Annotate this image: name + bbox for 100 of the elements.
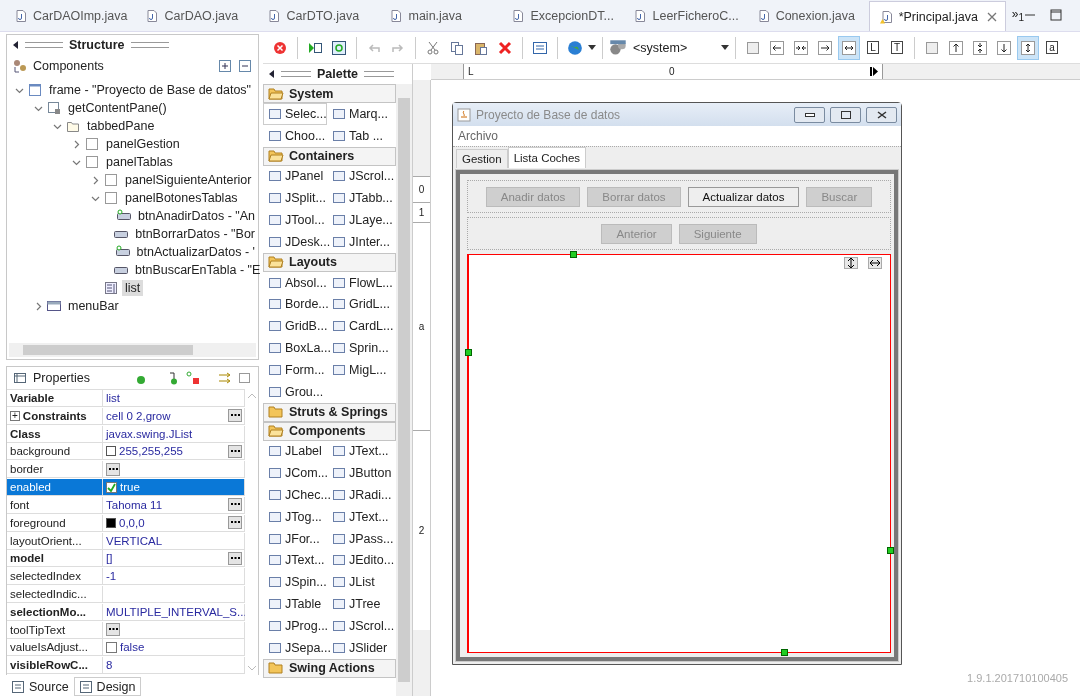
property-name[interactable]: background	[7, 443, 103, 461]
ellipsis-button[interactable]	[228, 516, 242, 530]
vertical-fill-toggle[interactable]	[844, 257, 858, 269]
editor-tab[interactable]: ExcepcionDT...	[501, 1, 624, 31]
property-value[interactable]: -1	[103, 568, 245, 586]
tree-item[interactable]: btnBuscarEnTabla - "E	[132, 262, 264, 278]
frame-button[interactable]: Actualizar datos	[687, 186, 800, 207]
property-value[interactable]: VERTICAL	[103, 532, 245, 550]
property-name[interactable]: + Constraints	[7, 407, 103, 425]
palette-item[interactable]: Choo...	[263, 124, 327, 147]
property-name[interactable]: border	[7, 461, 103, 479]
property-value[interactable]: 255,255,255	[103, 443, 245, 461]
ellipsis-button[interactable]	[106, 623, 120, 637]
editor-tab[interactable]: CarDAO.java	[135, 1, 258, 31]
editor-mode-tab[interactable]: Design	[73, 677, 141, 696]
palette-item[interactable]: GridB...	[263, 315, 327, 338]
checkbox[interactable]	[106, 641, 117, 653]
selection-handle[interactable]	[570, 251, 577, 258]
close-button[interactable]	[866, 106, 897, 123]
look-and-feel-dropdown[interactable]: <system>	[609, 38, 729, 57]
property-value[interactable]: cell 0 2,grow	[103, 407, 245, 425]
property-name[interactable]: font	[7, 496, 103, 514]
alignment-button[interactable]	[838, 35, 860, 60]
ellipsis-button[interactable]	[228, 444, 242, 458]
property-name[interactable]: toolTipText	[7, 621, 103, 639]
property-value[interactable]: Tahoma 11	[103, 496, 245, 514]
palette-item[interactable]: JSplit...	[263, 187, 327, 210]
palette-group[interactable]: System	[263, 84, 396, 103]
maximize-button[interactable]	[830, 106, 861, 123]
palette-group[interactable]: Layouts	[263, 252, 396, 272]
chevron-right-icon[interactable]	[72, 139, 81, 149]
property-name[interactable]: valueIsAdjust...	[7, 639, 103, 657]
palette-group[interactable]: Struts & Springs	[263, 402, 396, 422]
tree-item[interactable]: list	[122, 280, 144, 296]
palette-item[interactable]: JInter...	[327, 231, 391, 253]
chevron-right-icon[interactable]	[34, 301, 43, 311]
more-tabs[interactable]: »$_{1}$	[1011, 6, 1025, 23]
frame-tab[interactable]: Lista Coches	[507, 147, 587, 168]
editor-tab[interactable]: LeerFicheroC...	[623, 1, 747, 31]
editor-tab[interactable]: CarDTO.java	[257, 1, 380, 31]
palette-item[interactable]: Absol...	[263, 271, 327, 294]
property-name[interactable]: model	[7, 550, 103, 568]
palette-item[interactable]: JText...	[263, 549, 327, 572]
property-name[interactable]: foreground	[7, 514, 103, 532]
palette-item[interactable]: JText...	[327, 440, 391, 463]
palette-item[interactable]: JTool...	[263, 209, 327, 231]
dropdown-arrow-icon[interactable]	[588, 45, 596, 50]
palette-item[interactable]: JLabel	[263, 440, 327, 463]
collapse-icon[interactable]	[269, 70, 275, 78]
property-value[interactable]: 8	[103, 657, 245, 675]
palette-item[interactable]: Selec...	[263, 103, 327, 125]
tree-item[interactable]: frame - "Proyecto de Base de datos"	[46, 82, 255, 98]
ellipsis-button[interactable]	[228, 498, 242, 512]
editor-tab[interactable]: CarDAOImp.java	[4, 1, 136, 31]
alignment-button[interactable]	[1017, 35, 1039, 60]
palette-item[interactable]: JPanel	[263, 165, 327, 188]
property-value[interactable]: javax.swing.JList	[103, 425, 245, 443]
palette-item[interactable]: Marq...	[327, 103, 391, 125]
property-value[interactable]: list	[103, 390, 245, 407]
palette-item[interactable]: JCom...	[263, 462, 327, 485]
ruler-end-marker-icon[interactable]	[870, 67, 878, 76]
palette-item[interactable]: JFor...	[263, 527, 327, 550]
editor-tab[interactable]: *Principal.java	[868, 1, 1006, 31]
frame-tab[interactable]: Gestion	[456, 149, 508, 168]
alignment-button[interactable]: L	[862, 35, 884, 60]
ellipsis-button[interactable]	[106, 462, 120, 476]
palette-item[interactable]: JSpin...	[263, 571, 327, 594]
selection-handle[interactable]	[781, 649, 788, 656]
palette-item[interactable]: CardL...	[327, 315, 391, 338]
palette-item[interactable]: JTog...	[263, 505, 327, 528]
palette-item[interactable]: JEdito...	[327, 549, 391, 572]
maximize-icon[interactable]	[1050, 9, 1063, 21]
tree-item[interactable]: btnAnadirDatos - "An	[135, 208, 258, 224]
selection-handle[interactable]	[887, 547, 894, 554]
tree-item[interactable]: panelTablas	[103, 154, 176, 170]
palette-item[interactable]: JTabb...	[327, 187, 391, 210]
alignment-button[interactable]: T	[886, 35, 908, 60]
palette-item[interactable]: GridL...	[327, 293, 391, 316]
palette-item[interactable]: JButton	[327, 462, 391, 485]
property-name[interactable]: selectedIndic...	[7, 585, 103, 603]
chevron-right-icon[interactable]	[91, 175, 100, 185]
palette-item[interactable]: JScrol...	[327, 165, 391, 188]
editor-mode-tab[interactable]: Source	[6, 677, 74, 696]
tree-item[interactable]: panelSiguienteAnterior	[122, 172, 255, 188]
tree-item[interactable]: tabbedPane	[84, 118, 158, 134]
ellipsis-button[interactable]	[228, 409, 242, 423]
alignment-button[interactable]: a	[1041, 35, 1063, 60]
palette-item[interactable]: JTable	[263, 593, 327, 615]
property-value[interactable]: MULTIPLE_INTERVAL_S...	[103, 603, 245, 621]
editor-tab[interactable]: Conexion.java	[746, 1, 869, 31]
palette-group[interactable]: Containers	[263, 146, 396, 166]
property-name[interactable]: layoutOrient...	[7, 532, 103, 550]
minimize-button[interactable]	[794, 106, 825, 123]
palette-item[interactable]: MigL...	[327, 358, 391, 381]
palette-item[interactable]: JText...	[327, 505, 391, 528]
palette-item[interactable]: JTree	[327, 593, 391, 615]
menu-item[interactable]: Archivo	[458, 129, 498, 143]
palette-group[interactable]: Swing Actions	[263, 658, 396, 678]
palette-item[interactable]: Tab ...	[327, 124, 391, 147]
property-name[interactable]: Class	[7, 425, 103, 443]
